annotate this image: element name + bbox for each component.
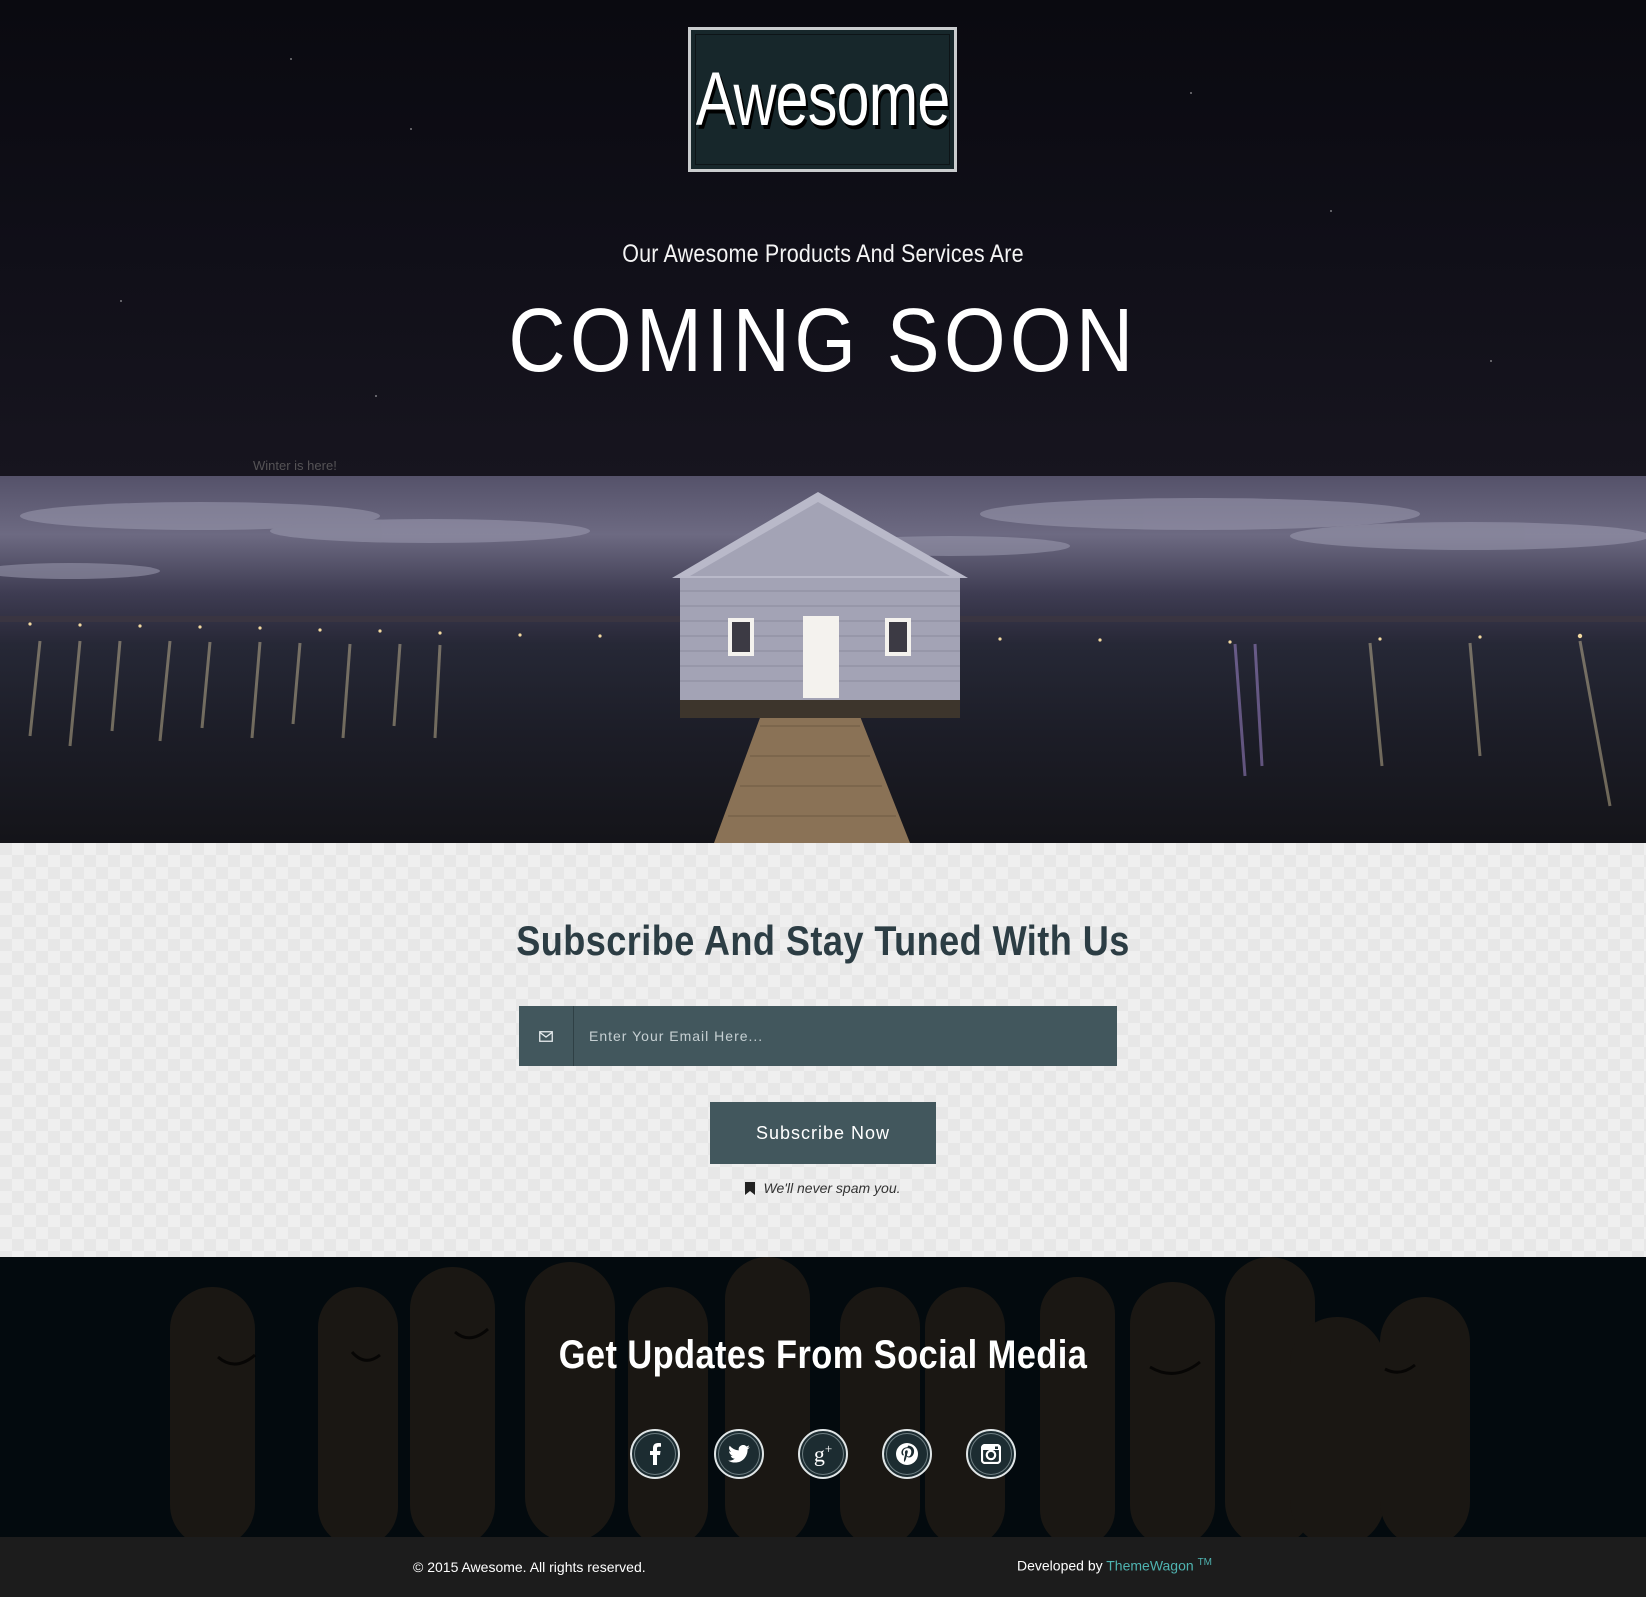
- no-spam-text: We'll never spam you.: [763, 1180, 901, 1196]
- fingers-background-image: [170, 1257, 1470, 1537]
- pinterest-icon[interactable]: [882, 1429, 932, 1479]
- boathouse-panorama-image: [0, 476, 1646, 843]
- hero-section: Awesome Our Awesome Products And Service…: [0, 0, 1646, 476]
- site-footer: © 2015 Awesome. All rights reserved. Dev…: [0, 1537, 1646, 1597]
- bookmark-icon: [745, 1181, 756, 1195]
- star-decoration: [410, 128, 412, 130]
- trademark-mark: TM: [1197, 1557, 1213, 1568]
- subscribe-button[interactable]: Subscribe Now: [710, 1102, 936, 1164]
- developer-link[interactable]: ThemeWagon: [1106, 1558, 1193, 1574]
- developed-by: Developed by ThemeWagon TM: [1017, 1557, 1212, 1574]
- no-spam-note: We'll never spam you.: [0, 1180, 1646, 1196]
- social-icons-row: g+: [0, 1429, 1646, 1479]
- google-plus-icon[interactable]: g+: [798, 1429, 848, 1479]
- site-logo[interactable]: Awesome: [688, 27, 957, 172]
- social-section: Get Updates From Social Media g+: [0, 1257, 1646, 1537]
- logo-text: Awesome: [695, 57, 951, 142]
- star-decoration: [290, 58, 292, 60]
- instagram-icon[interactable]: [966, 1429, 1016, 1479]
- star-decoration: [1190, 92, 1192, 94]
- coming-soon-heading: COMING SOON: [508, 291, 1138, 391]
- star-decoration: [375, 395, 377, 397]
- facebook-icon[interactable]: [630, 1429, 680, 1479]
- hero-tagline: Our Awesome Products And Services Are: [622, 240, 1024, 268]
- envelope-icon: [519, 1006, 574, 1066]
- email-input-group: [519, 1006, 1117, 1066]
- subscribe-section: Subscribe And Stay Tuned With Us Subscri…: [0, 843, 1646, 1257]
- email-input[interactable]: [574, 1006, 1117, 1066]
- developed-prefix: Developed by: [1017, 1557, 1107, 1574]
- boathouse-illustration: [0, 492, 1646, 843]
- copyright-text: © 2015 Awesome. All rights reserved.: [413, 1559, 646, 1575]
- social-heading: Get Updates From Social Media: [558, 1333, 1088, 1377]
- twitter-icon[interactable]: [714, 1429, 764, 1479]
- subscribe-heading: Subscribe And Stay Tuned With Us: [516, 917, 1130, 964]
- star-decoration: [1330, 210, 1332, 212]
- image-caption: Winter is here!: [253, 458, 337, 473]
